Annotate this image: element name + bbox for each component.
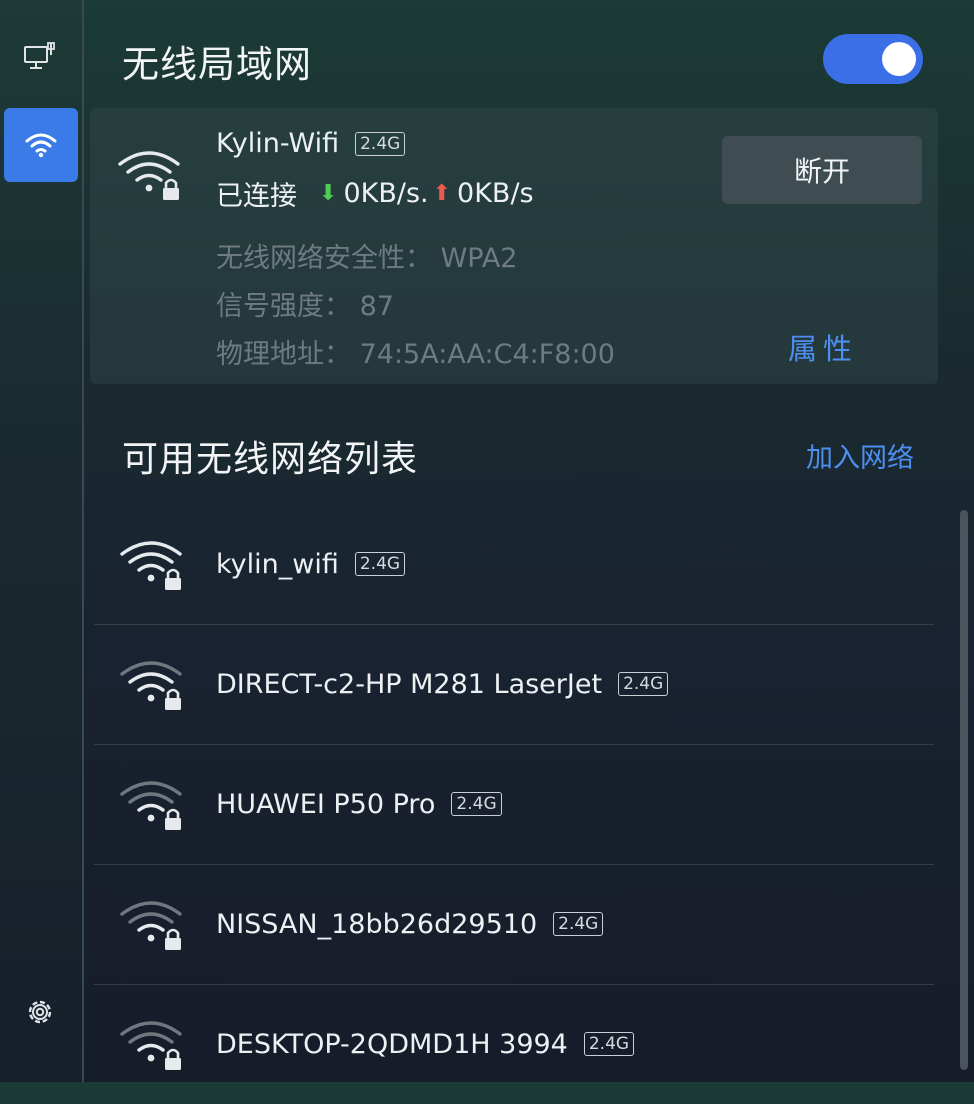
- sidebar: [0, 0, 84, 1082]
- wifi-toggle[interactable]: [823, 34, 923, 84]
- gear-icon: [28, 1000, 52, 1024]
- network-row[interactable]: NISSAN_18bb26d29510 2.4G: [94, 864, 934, 985]
- wifi-lock-icon: [118, 151, 180, 200]
- band-badge: 2.4G: [355, 131, 406, 156]
- mac-address-info: 物理地址： 74:5A:AA:C4:F8:00: [216, 339, 615, 370]
- page-title: 无线局域网: [122, 43, 312, 86]
- toggle-knob: [882, 42, 916, 76]
- available-networks-title: 可用无线网络列表: [122, 439, 419, 480]
- band-badge: 2.4G: [451, 792, 502, 816]
- band-badge: 2.4G: [553, 912, 604, 936]
- network-name-row: HUAWEI P50 Pro 2.4G: [216, 744, 502, 864]
- network-name: NISSAN_18bb26d29510: [216, 908, 538, 940]
- band-badge: 2.4G: [583, 1032, 635, 1056]
- sidebar-item-wired[interactable]: [14, 34, 66, 78]
- network-row[interactable]: DESKTOP-2QDMD1H 3994 2.4G: [94, 984, 934, 1104]
- network-name-row: DIRECT-c2-HP M281 LaserJet 2.4G: [216, 624, 669, 744]
- network-name: DIRECT-c2-HP M281 LaserJet: [216, 668, 603, 700]
- wifi-lock-icon: [120, 541, 182, 590]
- network-row[interactable]: kylin_wifi 2.4G: [94, 504, 934, 625]
- network-row[interactable]: HUAWEI P50 Pro 2.4G: [94, 744, 934, 865]
- join-network-link[interactable]: 加入网络: [806, 436, 914, 475]
- wifi-lock-icon: [120, 781, 182, 830]
- wifi-lock-icon: [120, 661, 182, 710]
- network-name: kylin_wifi: [216, 548, 339, 580]
- wifi-icon: [25, 133, 57, 158]
- disconnect-button[interactable]: 断开: [722, 136, 922, 204]
- network-name: HUAWEI P50 Pro: [216, 788, 436, 820]
- signal-strength-info: 信号强度： 87: [216, 291, 394, 322]
- upload-arrow-icon: ⬆: [432, 181, 452, 206]
- security-info: 无线网络安全性： WPA2: [216, 243, 518, 274]
- band-badge: 2.4G: [354, 552, 406, 576]
- network-name: DESKTOP-2QDMD1H 3994: [216, 1028, 568, 1060]
- connected-network-name-row: Kylin-Wifi 2.4G: [216, 128, 406, 159]
- upload-speed: 0KB/s: [457, 178, 534, 209]
- network-name-row: kylin_wifi 2.4G: [216, 504, 406, 624]
- network-row[interactable]: DIRECT-c2-HP M281 LaserJet 2.4G: [94, 624, 934, 745]
- download-arrow-icon: ⬇: [319, 181, 338, 206]
- sidebar-item-settings[interactable]: [18, 990, 62, 1034]
- properties-link[interactable]: 属性: [788, 326, 858, 368]
- connection-status-row: 已连接 ⬇ 0KB/s. ⬆ 0KB/s: [216, 174, 534, 213]
- band-badge: 2.4G: [618, 672, 669, 696]
- download-speed: 0KB/s.: [343, 178, 429, 209]
- wifi-lock-icon: [120, 901, 182, 950]
- network-name-row: NISSAN_18bb26d29510 2.4G: [216, 864, 604, 984]
- sidebar-item-wifi[interactable]: [4, 108, 78, 182]
- network-name-row: DESKTOP-2QDMD1H 3994 2.4G: [216, 984, 635, 1104]
- wifi-lock-icon: [120, 1021, 182, 1070]
- scrollbar[interactable]: [960, 510, 968, 1070]
- connection-status: 已连接: [216, 181, 297, 212]
- connected-network-name: Kylin-Wifi: [216, 128, 340, 159]
- wired-network-icon: [24, 42, 55, 69]
